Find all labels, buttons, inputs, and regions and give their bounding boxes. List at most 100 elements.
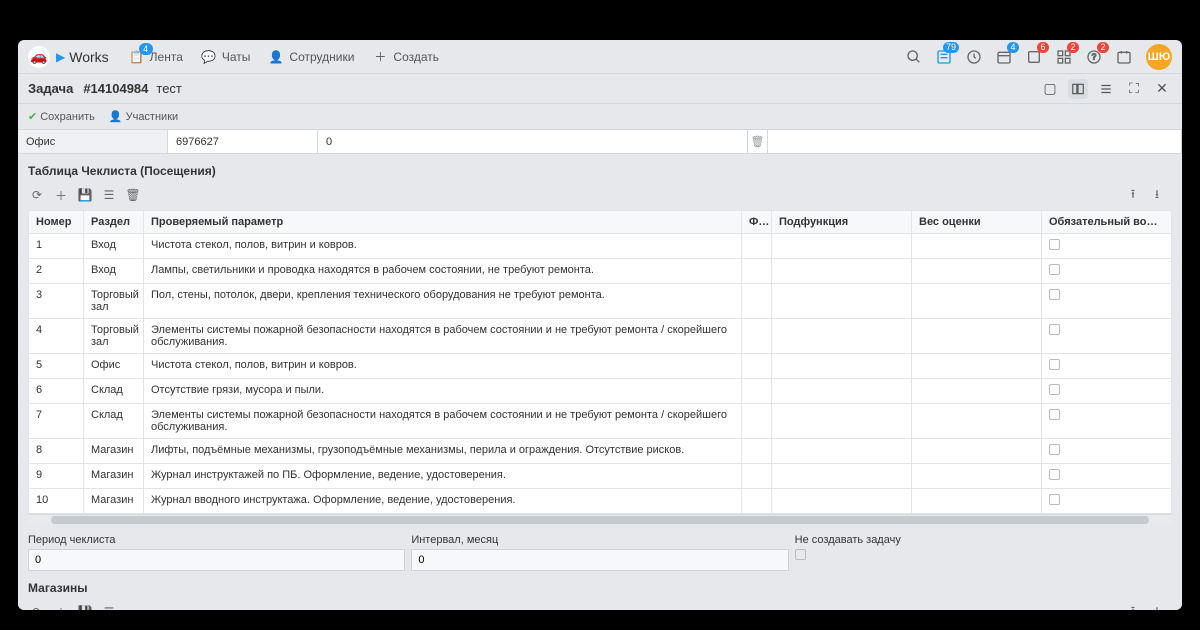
table-row[interactable]: 3Торговый залПол, стены, потолок, двери,… — [29, 284, 1172, 319]
nav-chats[interactable]: 💬 Чаты — [201, 49, 251, 65]
close-icon[interactable]: ✕ — [1152, 79, 1172, 99]
checklist-toolbar: ⟳ ＋ 💾 ☰ 🗑 ⭱ ⭳ — [28, 184, 1172, 206]
mand-checkbox[interactable] — [1049, 494, 1060, 505]
mand-checkbox[interactable] — [1049, 264, 1060, 275]
cell-mand — [1042, 379, 1172, 404]
grid-icon[interactable]: 2 — [1052, 45, 1076, 69]
upload2-icon[interactable]: ⭱ — [1124, 603, 1142, 610]
download-icon[interactable]: ⭳ — [1148, 186, 1166, 204]
layout-icon[interactable] — [1068, 79, 1088, 99]
th-section[interactable]: Раздел — [84, 211, 144, 234]
mand-checkbox[interactable] — [1049, 409, 1060, 420]
period-label: Период чеклиста — [28, 534, 405, 546]
th-weight[interactable]: Вес оценки — [912, 211, 1042, 234]
list-icon[interactable] — [1096, 79, 1116, 99]
save-button[interactable]: ✔ Сохранить — [28, 110, 95, 123]
trash-icon[interactable]: 🗑 — [748, 130, 768, 153]
employees-icon: 👤 — [268, 49, 284, 65]
table-row[interactable]: 1ВходЧистота стекол, полов, витрин и ков… — [29, 234, 1172, 259]
cell-f — [742, 404, 772, 439]
table-row[interactable]: 8МагазинЛифты, подъёмные механизмы, груз… — [29, 439, 1172, 464]
entity-id: #14104984 — [83, 81, 148, 96]
filter2-icon[interactable]: ☰ — [100, 603, 118, 610]
cell-param: Элементы системы пожарной безопасности н… — [144, 319, 742, 354]
cell-weight — [912, 379, 1042, 404]
add2-icon[interactable]: ＋ — [52, 603, 70, 610]
cell-sub — [772, 319, 912, 354]
stores-title: Магазины — [28, 581, 1172, 595]
zero-cell[interactable]: 0 — [318, 130, 748, 153]
cal2-icon[interactable] — [1112, 45, 1136, 69]
notask-checkbox[interactable] — [795, 549, 806, 560]
th-param[interactable]: Проверяемый параметр — [144, 211, 742, 234]
user-avatar[interactable]: ШЮ — [1146, 44, 1172, 70]
cell-sub — [772, 489, 912, 514]
help-icon[interactable]: ? 2 — [1082, 45, 1106, 69]
stores-toolbar: ⟳ ＋ 💾 ☰ ⭱ ⭳ — [28, 601, 1172, 610]
cell-param: Пол, стены, потолок, двери, крепления те… — [144, 284, 742, 319]
cell-f — [742, 234, 772, 259]
table-row[interactable]: 4Торговый залЭлементы системы пожарной б… — [29, 319, 1172, 354]
window-icon[interactable]: ▢ — [1040, 79, 1060, 99]
mand-checkbox[interactable] — [1049, 324, 1060, 335]
alert-icon[interactable]: 6 — [1022, 45, 1046, 69]
cell-f — [742, 259, 772, 284]
members-button[interactable]: 👤 Участники — [109, 110, 178, 123]
cell-section: Склад — [84, 379, 144, 404]
refresh-icon[interactable]: ⟳ — [28, 186, 46, 204]
nav-feed[interactable]: 📋 Лента 4 — [129, 49, 183, 65]
table-row[interactable]: 10МагазинЖурнал вводного инструктажа. Оф… — [29, 489, 1172, 514]
clock-icon[interactable] — [962, 45, 986, 69]
download2-icon[interactable]: ⭳ — [1148, 603, 1166, 610]
refresh2-icon[interactable]: ⟳ — [28, 603, 46, 610]
cell-section: Магазин — [84, 439, 144, 464]
h-scrollbar[interactable] — [28, 514, 1172, 524]
interval-input[interactable] — [411, 549, 788, 571]
mand-checkbox[interactable] — [1049, 444, 1060, 455]
tasks-icon[interactable]: 79 — [932, 45, 956, 69]
cell-num: 8 — [29, 439, 84, 464]
nav-create[interactable]: ＋ Создать — [372, 49, 439, 65]
mand-checkbox[interactable] — [1049, 289, 1060, 300]
save-disk-icon[interactable]: 💾 — [76, 186, 94, 204]
action-bar: ✔ Сохранить 👤 Участники — [18, 104, 1182, 130]
brand-play-icon: ▶ — [56, 50, 65, 64]
mand-checkbox[interactable] — [1049, 359, 1060, 370]
th-mand[interactable]: Обязательный вопрос? — [1042, 211, 1172, 234]
cell-mand — [1042, 489, 1172, 514]
search-icon[interactable] — [902, 45, 926, 69]
filter-icon[interactable]: ☰ — [100, 186, 118, 204]
mand-checkbox[interactable] — [1049, 469, 1060, 480]
th-sub[interactable]: Подфункция — [772, 211, 912, 234]
expand-icon[interactable]: ⛶ — [1124, 79, 1144, 99]
cell-f — [742, 354, 772, 379]
table-row[interactable]: 6СкладОтсутствие грязи, мусора и пыли. — [29, 379, 1172, 404]
title-bar: Задача #14104984 тест ▢ ⛶ ✕ — [18, 74, 1182, 104]
mand-checkbox[interactable] — [1049, 384, 1060, 395]
cell-num: 6 — [29, 379, 84, 404]
cell-section: Торговый зал — [84, 284, 144, 319]
save2-icon[interactable]: 💾 — [76, 603, 94, 610]
upload-icon[interactable]: ⭱ — [1124, 186, 1142, 204]
table-row[interactable]: 9МагазинЖурнал инструктажей по ПБ. Оформ… — [29, 464, 1172, 489]
nav-employees[interactable]: 👤 Сотрудники — [268, 49, 354, 65]
code-cell[interactable]: 6976627 — [168, 130, 318, 153]
calendar-icon[interactable]: 4 — [992, 45, 1016, 69]
check-icon: ✔ — [28, 110, 37, 123]
delete-icon[interactable]: 🗑 — [124, 186, 142, 204]
cell-f — [742, 379, 772, 404]
cell-f — [742, 319, 772, 354]
user-icon: 👤 — [109, 110, 123, 123]
table-row[interactable]: 7СкладЭлементы системы пожарной безопасн… — [29, 404, 1172, 439]
alert-badge: 6 — [1037, 42, 1049, 53]
th-f[interactable]: Ф... — [742, 211, 772, 234]
cell-param: Лампы, светильники и проводка находятся … — [144, 259, 742, 284]
th-num[interactable]: Номер — [29, 211, 84, 234]
add-icon[interactable]: ＋ — [52, 186, 70, 204]
table-row[interactable]: 2ВходЛампы, светильники и проводка наход… — [29, 259, 1172, 284]
nav-employees-label: Сотрудники — [289, 50, 354, 64]
period-input[interactable] — [28, 549, 405, 571]
mand-checkbox[interactable] — [1049, 239, 1060, 250]
office-cell[interactable]: Офис — [18, 130, 168, 153]
table-row[interactable]: 5ОфисЧистота стекол, полов, витрин и ков… — [29, 354, 1172, 379]
